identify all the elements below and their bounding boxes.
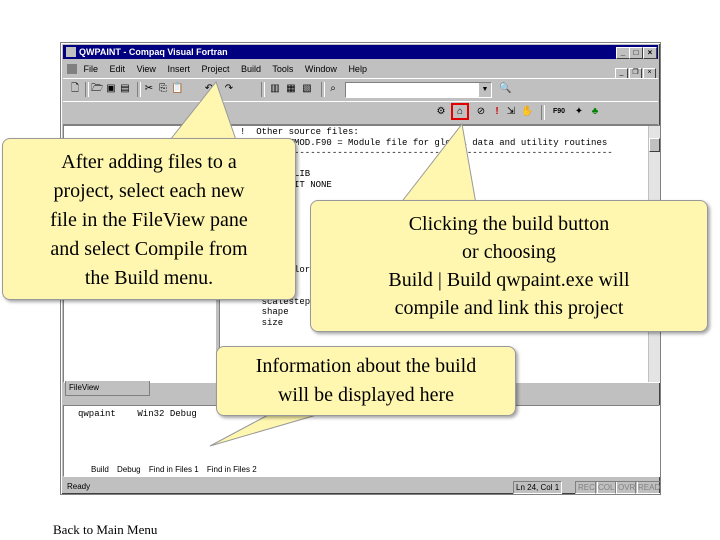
info-callout-tail [209, 413, 321, 447]
files-callout-line: and select Compile from [50, 238, 248, 260]
files-callout-line: project, select each new [53, 180, 245, 202]
files-callout-line: After adding files to a [61, 151, 237, 173]
info-callout: Information about the build will be disp… [216, 346, 516, 416]
info-callout-line: will be displayed here [277, 384, 455, 406]
build-callout-line: Build | Build qwpaint.exe will [388, 269, 630, 291]
build-callout-tail [398, 122, 477, 205]
build-callout: Clicking the build button or choosing Bu… [310, 200, 708, 332]
files-callout-line: the Build menu. [84, 267, 214, 289]
files-callout-line: file in the FileView pane [50, 209, 248, 231]
build-callout-line: Clicking the build button [408, 213, 610, 235]
back-to-main-menu-link[interactable]: Back to Main Menu [53, 522, 157, 538]
info-callout-line: Information about the build [255, 355, 477, 377]
build-callout-line: compile and link this project [394, 297, 624, 319]
files-callout: After adding files to a project, select … [2, 138, 296, 300]
files-callout-tail [168, 80, 237, 141]
build-callout-line: or choosing [462, 241, 556, 263]
